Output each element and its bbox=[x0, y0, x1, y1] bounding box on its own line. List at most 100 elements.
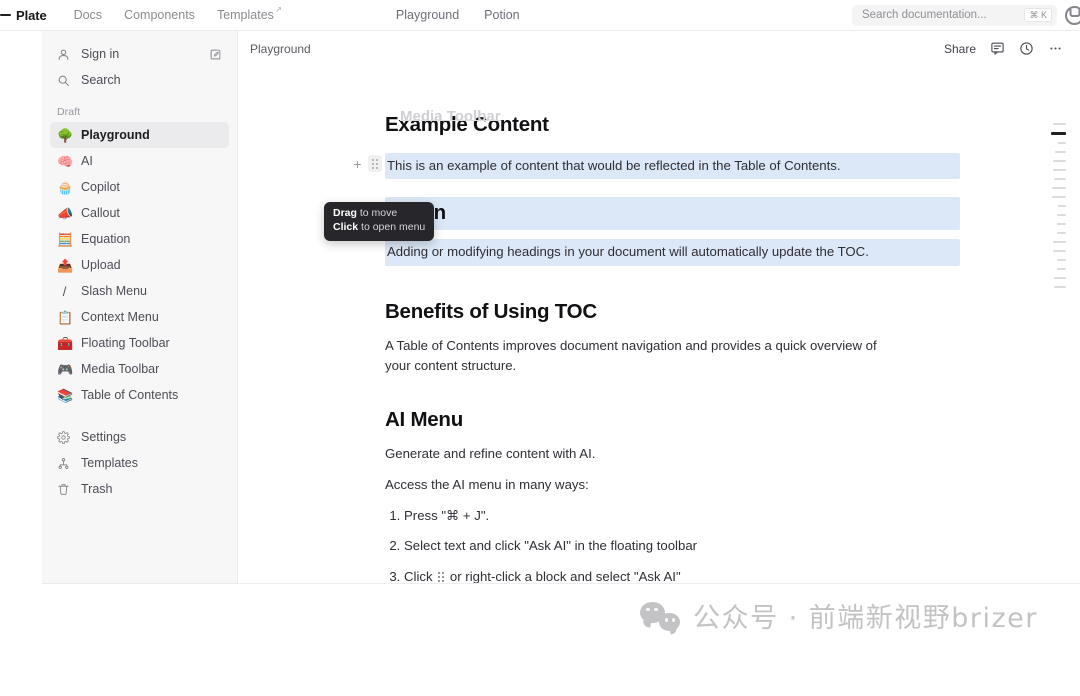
sidebar-item-search-label: Search bbox=[81, 73, 121, 87]
minimap-mark[interactable] bbox=[1054, 286, 1066, 288]
nav-link-potion[interactable]: Potion bbox=[484, 8, 519, 22]
sidebar-item-sign-in[interactable]: Sign in bbox=[50, 41, 229, 67]
document-scroll-area[interactable]: Media Toolbar Example Content + This is … bbox=[238, 66, 1080, 584]
sidebar-item-settings[interactable]: Settings bbox=[50, 424, 229, 450]
sidebar-item-ai-label: AI bbox=[81, 154, 93, 168]
sidebar-item-context-menu-label: Context Menu bbox=[81, 310, 159, 324]
external-link-icon: ↗ bbox=[275, 5, 282, 14]
minimap-mark[interactable] bbox=[1057, 259, 1066, 261]
nav-link-docs[interactable]: Docs bbox=[74, 8, 102, 22]
minimap-mark[interactable] bbox=[1052, 187, 1066, 189]
table-of-contents-minimap[interactable] bbox=[1042, 123, 1066, 288]
nav-link-playground[interactable]: Playground bbox=[396, 8, 459, 22]
nav-link-playground-label: Playground bbox=[395, 8, 460, 22]
user-icon bbox=[57, 48, 72, 61]
list-item-text-post: or right-click a block and select "Ask A… bbox=[449, 568, 681, 584]
brand-name: Plate bbox=[16, 7, 47, 23]
sidebar-item-ai[interactable]: 🧠 AI bbox=[50, 148, 229, 174]
minimap-mark[interactable] bbox=[1053, 123, 1066, 125]
tree-icon: 🌳 bbox=[57, 127, 74, 143]
wechat-icon bbox=[640, 601, 680, 631]
sidebar-item-search[interactable]: Search bbox=[50, 67, 229, 93]
hierarchy-icon bbox=[57, 457, 72, 470]
top-navigation-bar: Plate Docs Components Templates ↗ Playgr… bbox=[0, 0, 1080, 31]
minimap-mark[interactable] bbox=[1053, 169, 1066, 171]
sidebar-item-callout[interactable]: 📣 Callout bbox=[50, 200, 229, 226]
drag-handle-dots bbox=[372, 158, 378, 169]
brand-logo[interactable]: Plate bbox=[0, 7, 47, 23]
minimap-mark[interactable] bbox=[1053, 160, 1066, 162]
main-content-area: Playground Share Media Toolbar Example C… bbox=[238, 31, 1080, 584]
nav-link-docs-label: Docs bbox=[73, 8, 103, 22]
list-item[interactable]: Click or right-click a block and select … bbox=[404, 567, 960, 584]
list-item[interactable]: Select text and click "Ask AI" in the fl… bbox=[404, 536, 960, 556]
brain-icon: 🧠 bbox=[57, 153, 74, 169]
more-horizontal-icon[interactable] bbox=[1048, 41, 1063, 56]
sidebar-item-templates[interactable]: Templates bbox=[50, 450, 229, 476]
minimap-mark[interactable] bbox=[1054, 178, 1066, 180]
toolbox-icon: 🧰 bbox=[57, 335, 74, 351]
sidebar-item-trash-label: Trash bbox=[81, 482, 113, 496]
sidebar-item-context-menu[interactable]: 📋 Context Menu bbox=[50, 304, 229, 330]
document-toolbar-actions: Share bbox=[944, 41, 1063, 56]
tooltip-click-bold: Click bbox=[333, 220, 359, 233]
sidebar-item-slash-menu-label: Slash Menu bbox=[81, 284, 148, 298]
paragraph-ai-generate: Generate and refine content with AI. bbox=[385, 445, 596, 461]
sidebar-item-floating-toolbar[interactable]: 🧰 Floating Toolbar bbox=[50, 330, 229, 356]
document-page: Media Toolbar Example Content + This is … bbox=[238, 108, 1080, 584]
minimap-mark[interactable] bbox=[1058, 142, 1066, 144]
paragraph-example: This is an example of content that would… bbox=[385, 153, 960, 180]
tooltip-drag-rest: to move bbox=[356, 207, 398, 219]
minimap-mark[interactable] bbox=[1057, 214, 1066, 216]
minimap-mark[interactable] bbox=[1057, 268, 1066, 270]
drag-handle-icon[interactable] bbox=[368, 155, 382, 172]
sidebar-item-floating-toolbar-label: Floating Toolbar bbox=[81, 336, 170, 350]
cupcake-icon: 🧁 bbox=[57, 179, 74, 195]
watermark: 公众号 · 前端新视野brizer bbox=[640, 596, 1038, 635]
share-button[interactable]: Share bbox=[944, 42, 976, 56]
sidebar-item-slash-menu[interactable]: / Slash Menu bbox=[50, 278, 229, 304]
sidebar-item-templates-label: Templates bbox=[81, 456, 138, 470]
nav-link-templates[interactable]: Templates ↗ bbox=[217, 5, 282, 22]
paragraph-ai-access: Access the AI menu in many ways: bbox=[385, 477, 589, 493]
sidebar-item-upload[interactable]: 📤 Upload bbox=[50, 252, 229, 278]
sidebar-item-upload-label: Upload bbox=[81, 258, 121, 272]
app-shell: Sign in Search Draft 🌳 Playground 🧠 AI 🧁… bbox=[0, 31, 1080, 696]
minimap-mark-active[interactable] bbox=[1051, 132, 1066, 135]
sidebar-section-label: Draft bbox=[57, 106, 81, 118]
minimap-mark[interactable] bbox=[1055, 151, 1066, 153]
search-documentation-input[interactable]: Search documentation... ⌘ K bbox=[852, 4, 1057, 26]
tooltip-line-1: Drag to move bbox=[333, 207, 425, 221]
add-block-button[interactable]: + bbox=[350, 156, 365, 172]
trash-icon bbox=[57, 483, 72, 496]
sidebar-item-media-toolbar[interactable]: 🎮 Media Toolbar bbox=[50, 356, 229, 382]
tooltip-line-2: Click to open menu bbox=[333, 221, 425, 235]
nav-link-components[interactable]: Components bbox=[124, 8, 195, 22]
github-icon[interactable] bbox=[1065, 5, 1080, 25]
minimap-mark[interactable] bbox=[1057, 232, 1066, 234]
sidebar-item-trash[interactable]: Trash bbox=[50, 476, 229, 502]
minimap-mark[interactable] bbox=[1058, 205, 1066, 207]
heading-subsection: ection bbox=[385, 197, 960, 231]
minimap-mark[interactable] bbox=[1057, 223, 1066, 225]
inline-drag-handle-icon bbox=[438, 572, 445, 583]
sidebar-item-playground-label: Playground bbox=[81, 128, 150, 142]
comment-icon[interactable] bbox=[990, 41, 1005, 56]
search-placeholder: Search documentation... bbox=[862, 9, 987, 21]
heading-benefits-of-using-toc: Benefits of Using TOC bbox=[385, 299, 597, 323]
minimap-mark[interactable] bbox=[1053, 250, 1066, 252]
sidebar-item-copilot[interactable]: 🧁 Copilot bbox=[50, 174, 229, 200]
sidebar-item-equation[interactable]: 🧮 Equation bbox=[50, 226, 229, 252]
list-item[interactable]: Press "⌘ + J". bbox=[404, 506, 960, 526]
minimap-mark[interactable] bbox=[1054, 277, 1066, 279]
block-paragraph-example[interactable]: + This is an example of content that wou… bbox=[353, 153, 960, 180]
sidebar-item-table-of-contents[interactable]: 📚 Table of Contents bbox=[50, 382, 229, 408]
sidebar-item-playground[interactable]: 🌳 Playground bbox=[50, 122, 229, 148]
breadcrumb[interactable]: Playground bbox=[250, 42, 311, 56]
history-clock-icon[interactable] bbox=[1019, 41, 1034, 56]
minimap-mark[interactable] bbox=[1053, 241, 1066, 243]
tooltip-click-rest: to open menu bbox=[358, 220, 426, 233]
compose-icon[interactable] bbox=[209, 48, 222, 61]
list-item-text: Select text and click "Ask AI" in the fl… bbox=[404, 538, 698, 554]
minimap-mark[interactable] bbox=[1052, 196, 1066, 198]
